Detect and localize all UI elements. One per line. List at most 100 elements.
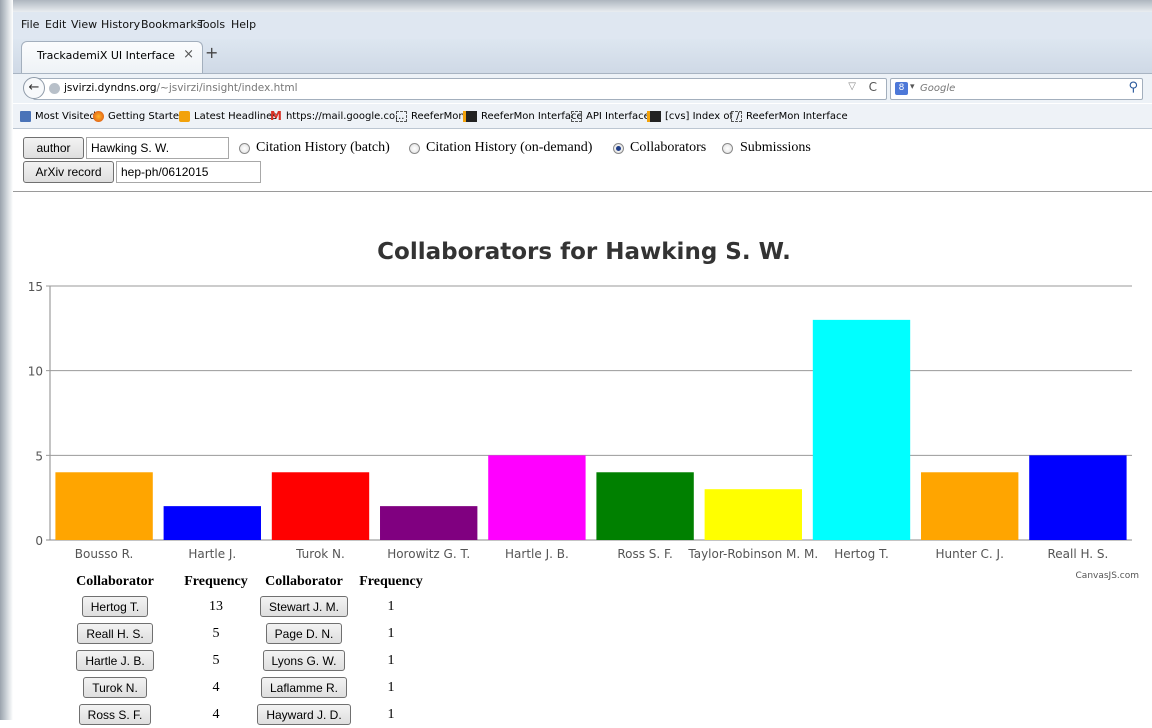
frequency-cell: 1: [387, 679, 395, 695]
menu-help[interactable]: Help: [231, 18, 256, 31]
frequency-cell: 4: [212, 679, 220, 695]
page-icon: [396, 110, 407, 122]
tab-strip: TrackademiX UI Interface × +: [13, 39, 1152, 74]
collaborators-bar-chart: Collaborators for Hawking S. W. 0 5 10 15 Bo…: [28, 239, 1139, 581]
bookmark-label: ReeferMon Interface: [746, 110, 848, 122]
bookmark-label: Getting Started: [108, 110, 186, 122]
reefer-icon: [463, 110, 477, 122]
bookmark-label: https://mail.google.co...: [285, 110, 405, 122]
collaborators-table: Collaborator Frequency Collaborator Freq…: [53, 571, 429, 728]
table-row: Reall H. S. 5 Page D. N. 1: [53, 620, 429, 647]
author-button[interactable]: author: [23, 137, 84, 159]
x-tick-label: Taylor-Robinson M. M.: [687, 547, 818, 561]
bookmark-api-interface[interactable]: API Interface: [571, 104, 650, 128]
bookmark-reefermon[interactable]: ReeferMon: [396, 104, 465, 128]
tab-trackademix[interactable]: TrackademiX UI Interface ×: [21, 41, 203, 73]
menu-view[interactable]: View: [71, 18, 97, 31]
search-box[interactable]: 8 ▾ Google ⚲: [890, 78, 1143, 100]
search-engine-icon[interactable]: 8: [895, 82, 908, 95]
author-input[interactable]: [86, 137, 229, 159]
close-icon[interactable]: ×: [183, 47, 194, 62]
radio-label-collaborators: Collaborators: [630, 140, 707, 155]
radio-submissions[interactable]: [722, 143, 733, 154]
most-visited-icon: [20, 110, 31, 122]
bookmarks-toolbar: Most Visited Getting Started Latest Head…: [13, 104, 1152, 129]
search-icon[interactable]: ⚲: [1128, 80, 1138, 95]
bookmark-label: [cvs] Index of /: [665, 110, 740, 122]
radio-citation-on-demand[interactable]: [409, 143, 420, 154]
history-dropdown-icon[interactable]: ▽: [848, 81, 856, 92]
x-tick-label: Hertog T.: [834, 547, 889, 561]
site-identity-icon[interactable]: [49, 83, 60, 94]
collaborator-button[interactable]: Page D. N.: [265, 623, 343, 644]
search-placeholder: Google: [920, 83, 956, 94]
radio-label-citation-batch: Citation History (batch): [256, 140, 390, 155]
collaborator-button[interactable]: Lyons G. W.: [262, 650, 346, 671]
collaborator-button[interactable]: Hertog T.: [81, 596, 149, 617]
chart-credit[interactable]: CanvasJS.com: [1076, 571, 1139, 581]
bar[interactable]: [704, 489, 802, 540]
bar[interactable]: [596, 472, 694, 540]
collaborator-button[interactable]: Laflamme R.: [260, 677, 348, 698]
frequency-cell: 1: [387, 652, 395, 668]
collaborator-button[interactable]: Ross S. F.: [78, 704, 152, 725]
arxiv-record-button[interactable]: ArXiv record: [23, 161, 114, 183]
table-row: Hartle J. B. 5 Lyons G. W. 1: [53, 647, 429, 674]
y-tick-label: 15: [28, 280, 43, 294]
y-tick-label: 5: [35, 449, 43, 463]
bookmark-label: ReeferMon Interface: [481, 110, 583, 122]
url-text: jsvirzi.dyndns.org/~jsvirzi/insight/inde…: [64, 82, 298, 94]
bar[interactable]: [1029, 455, 1127, 540]
x-tick-label: Turok N.: [295, 547, 345, 561]
page-icon: [571, 110, 582, 122]
new-tab-icon[interactable]: +: [205, 43, 218, 62]
frequency-cell: 1: [387, 625, 395, 641]
bar[interactable]: [163, 506, 261, 540]
bar[interactable]: [812, 319, 911, 540]
y-tick-label: 10: [28, 365, 43, 379]
bookmark-most-visited[interactable]: Most Visited: [20, 104, 96, 128]
engine-dropdown-icon[interactable]: ▾: [910, 82, 915, 92]
url-bar[interactable]: jsvirzi.dyndns.org/~jsvirzi/insight/inde…: [33, 78, 887, 100]
rss-icon: [179, 110, 190, 122]
bar[interactable]: [55, 472, 153, 540]
bar[interactable]: [380, 506, 478, 540]
form-divider: [13, 191, 1152, 192]
bookmark-getting-started[interactable]: Getting Started: [93, 104, 185, 128]
header-collaborator: Collaborator: [265, 574, 343, 589]
collaborator-button[interactable]: Turok N.: [83, 677, 147, 698]
x-tick-label: Hartle J.: [188, 547, 236, 561]
bookmark-latest-headlines[interactable]: Latest Headlines: [179, 104, 278, 128]
collaborator-button[interactable]: Hartle J. B.: [76, 650, 154, 671]
menu-bookmarks[interactable]: Bookmarks: [141, 18, 202, 31]
bookmark-reefermon-interface-2[interactable]: ReeferMon Interface: [731, 104, 848, 128]
reload-icon[interactable]: C: [869, 80, 877, 94]
bookmark-gmail[interactable]: M https://mail.google.co...: [270, 104, 404, 128]
bookmark-label: API Interface: [586, 110, 650, 122]
menu-file[interactable]: File: [21, 18, 39, 31]
back-arrow-icon[interactable]: ←: [23, 77, 45, 99]
browser-window: File Edit View History Bookmarks Tools H…: [13, 12, 1152, 725]
arxiv-input[interactable]: [116, 161, 261, 183]
bar[interactable]: [921, 472, 1019, 540]
bookmark-reefermon-interface[interactable]: ReeferMon Interface: [463, 104, 583, 128]
x-tick-label: Reall H. S.: [1047, 547, 1108, 561]
radio-label-submissions: Submissions: [740, 140, 811, 155]
frequency-cell: 13: [209, 598, 223, 614]
menu-history[interactable]: History: [101, 18, 140, 31]
frequency-cell: 5: [212, 625, 220, 641]
radio-label-citation-on-demand: Citation History (on-demand): [426, 140, 593, 155]
radio-collaborators[interactable]: [613, 143, 624, 154]
collaborator-button[interactable]: Stewart J. M.: [259, 596, 348, 617]
frequency-cell: 4: [212, 706, 220, 722]
bookmark-cvs-index[interactable]: [cvs] Index of /: [647, 104, 740, 128]
bar[interactable]: [488, 455, 586, 540]
menu-edit[interactable]: Edit: [45, 18, 66, 31]
collaborator-button[interactable]: Reall H. S.: [77, 623, 153, 644]
menu-tools[interactable]: Tools: [198, 18, 225, 31]
radio-citation-batch[interactable]: [239, 143, 250, 154]
firefox-icon: [93, 110, 104, 122]
collaborator-button[interactable]: Hayward J. D.: [257, 704, 351, 725]
bar[interactable]: [271, 472, 370, 540]
reefer-icon: [647, 110, 661, 122]
